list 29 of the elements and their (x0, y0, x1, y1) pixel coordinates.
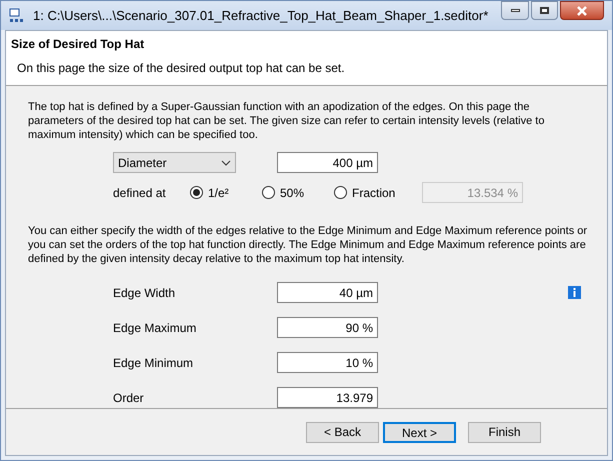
maximize-button[interactable] (531, 1, 558, 20)
parameter-field[interactable]: 13.979 (277, 387, 378, 408)
edges-text: You can either specify the width of the edges relative to the Edge Minimum and Edge Maximum reference points or you can set the orders of the top hat function directly. The Edge Minimum and Edge Maximum reference points are defined by the given intensity decay relative to the maximum top hat intensity. (28, 224, 588, 266)
wizard-button[interactable]: < Back (306, 422, 379, 443)
wizard-button[interactable]: Finish (468, 422, 541, 443)
parameter-field[interactable]: 40 µm (277, 282, 378, 304)
parameter-label: Edge Maximum (113, 320, 198, 337)
page-subtitle: On this page the size of the desired output top hat can be set. (16, 60, 346, 78)
parameter-label: Order (113, 390, 145, 407)
intro-text: The top hat is defined by a Super-Gaussian function with an apodization of the edges. On this page the parameters of the desired top hat can be set. The given size can refer to certain intensity levels (relative to maximum intensity) which can be specified too. (28, 100, 546, 142)
minimize-button[interactable] (501, 1, 529, 20)
wizard-button[interactable]: Next > (383, 422, 456, 443)
defined-at-label: defined at (113, 184, 167, 202)
app-icon (9, 8, 25, 24)
close-icon (576, 6, 588, 16)
parameter-label: Edge Width (113, 284, 176, 302)
parameter-field[interactable]: 10 % (277, 352, 378, 374)
radio-option[interactable]: 1/e² (190, 184, 262, 202)
page-title: Size of Desired Top Hat (11, 36, 146, 54)
radio-option[interactable]: 50% (262, 184, 334, 202)
radio-option[interactable]: Fraction (334, 184, 422, 202)
close-button[interactable] (560, 1, 604, 20)
measure-dropdown[interactable]: Diameter (113, 152, 236, 174)
window-title: 1: C:\Users\...\Scenario_307.01_Refractive_Top_Hat_Beam_Shaper_1.seditor* (33, 6, 488, 25)
size-field[interactable]: 400 µm (277, 152, 378, 174)
parameter-label: Edge Minimum (113, 354, 194, 372)
info-icon[interactable] (568, 286, 581, 300)
parameter-field[interactable]: 90 % (277, 317, 378, 338)
chevron-down-icon (221, 160, 231, 166)
